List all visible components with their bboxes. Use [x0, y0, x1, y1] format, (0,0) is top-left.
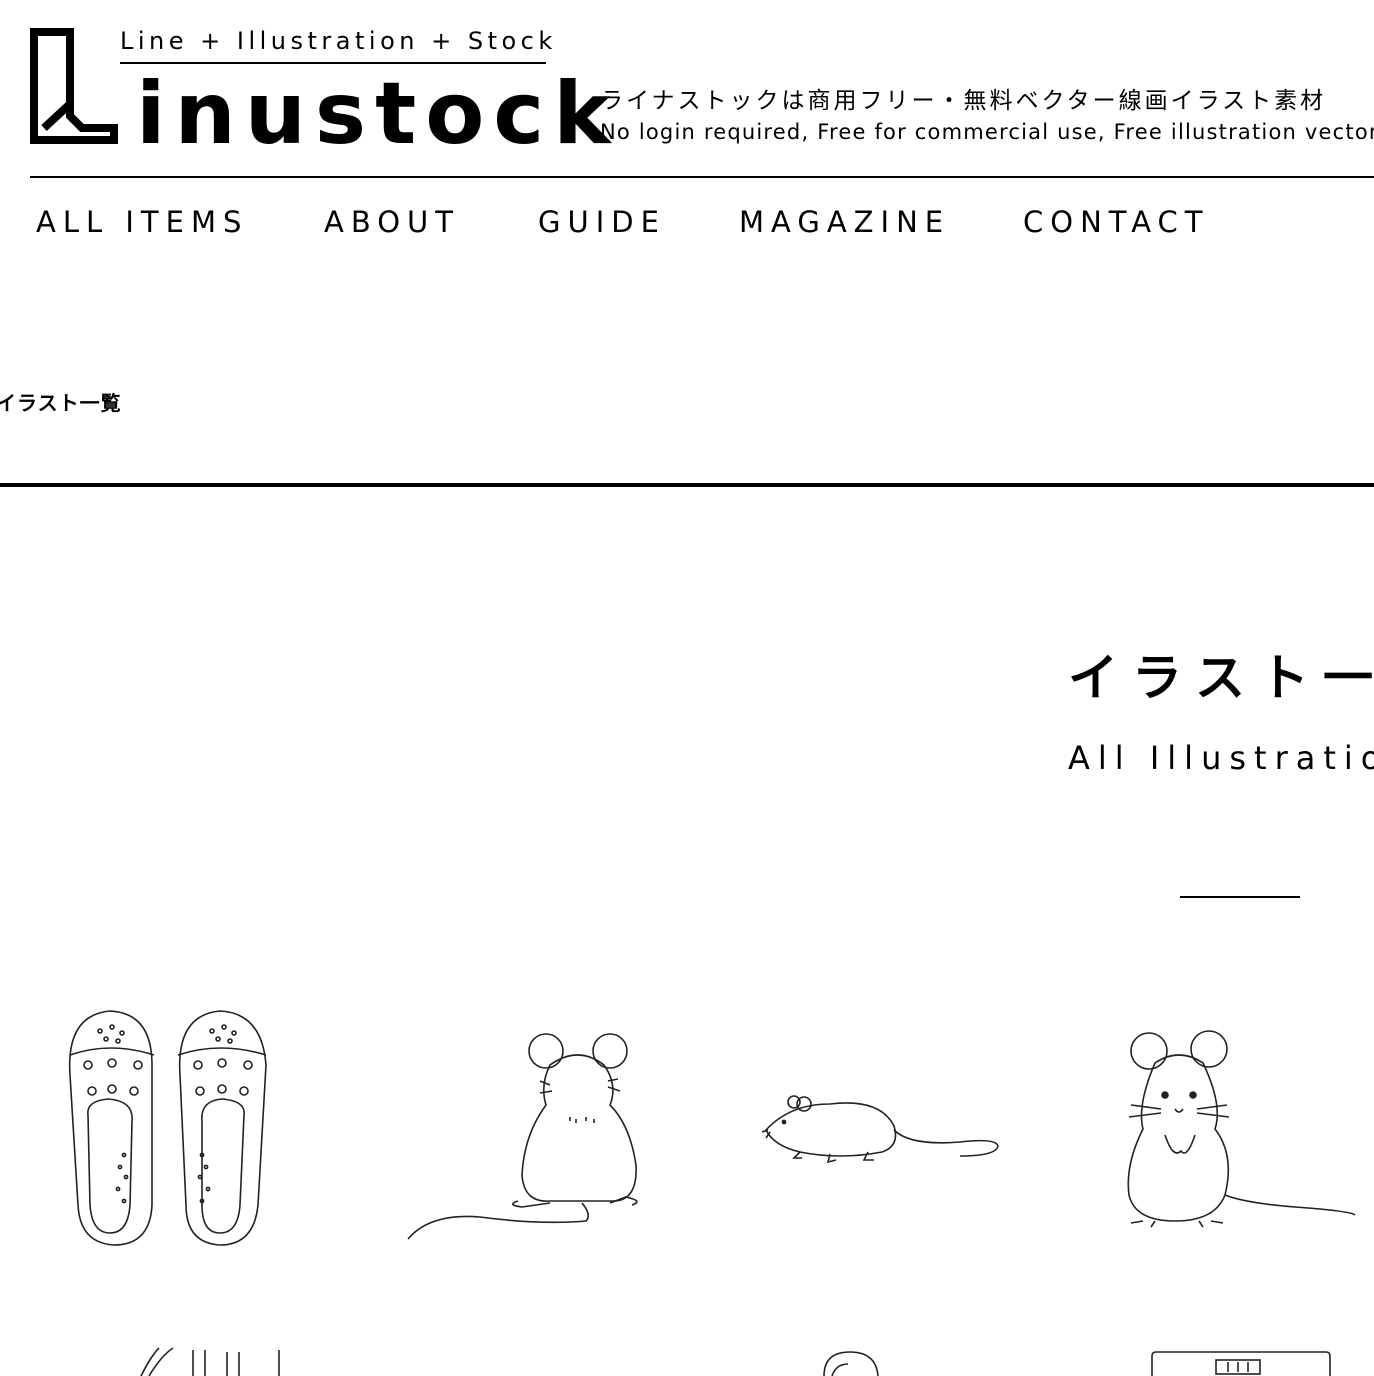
- person-head-illustration: [823, 1351, 879, 1376]
- site-description-ja: ライナストックは商用フリー・無料ベクター線画イラスト素材: [600, 88, 1327, 114]
- hair-illustration: [140, 1347, 280, 1376]
- illustration-card-hair[interactable]: [135, 1346, 295, 1376]
- nav-guide[interactable]: GUIDE: [538, 204, 666, 240]
- mouse-standing-illustration: [1127, 1030, 1356, 1228]
- title-underline: [1180, 896, 1300, 898]
- illustration-card-sandals[interactable]: [60, 1005, 275, 1250]
- site-description-en: No login required, Free for commercial u…: [600, 120, 1374, 144]
- page-subtitle: All Illustrations: [1068, 739, 1374, 777]
- illustration-card-person-head[interactable]: [818, 1350, 884, 1376]
- header-divider: [30, 176, 1374, 178]
- breadcrumb-current: イラスト一覧: [0, 391, 122, 415]
- page: Line + Illustration + Stock inustock ライナ…: [0, 0, 1374, 1376]
- nav-all-items[interactable]: ALL ITEMS: [36, 204, 248, 240]
- sandals-illustration: [68, 1010, 267, 1246]
- illustration-card-device[interactable]: [1150, 1350, 1332, 1376]
- nav-about[interactable]: ABOUT: [324, 204, 460, 240]
- logo-wordmark[interactable]: inustock: [136, 66, 619, 162]
- rat-back-illustration: [407, 1033, 638, 1240]
- logo-tagline: Line + Illustration + Stock: [120, 26, 552, 64]
- illustration-card-rat-back[interactable]: [400, 1025, 650, 1250]
- illustration-card-mouse-walking[interactable]: [760, 1090, 1005, 1165]
- mouse-walking-illustration: [761, 1095, 999, 1164]
- breadcrumb-divider: [0, 483, 1374, 487]
- page-title: イラスト一覧: [1068, 649, 1374, 707]
- logo-l-mark[interactable]: [30, 28, 118, 144]
- nav-contact[interactable]: CONTACT: [1023, 204, 1210, 240]
- illustration-card-mouse-standing[interactable]: [1115, 1025, 1360, 1230]
- device-illustration: [1151, 1351, 1331, 1376]
- nav-magazine[interactable]: MAGAZINE: [739, 204, 950, 240]
